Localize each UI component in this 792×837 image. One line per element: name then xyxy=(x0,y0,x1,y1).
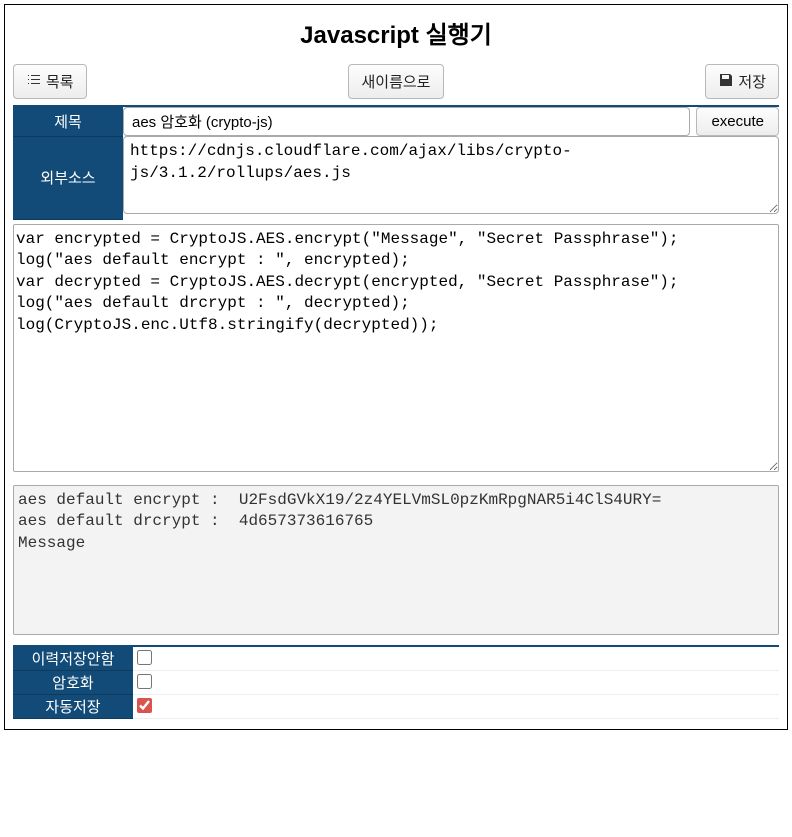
autosave-label: 자동저장 xyxy=(13,694,133,718)
save-button-label: 저장 xyxy=(738,71,766,92)
list-button[interactable]: 목록 xyxy=(13,64,87,99)
options-table: 이력저장안함 암호화 자동저장 xyxy=(13,645,779,719)
code-editor[interactable] xyxy=(13,224,779,472)
title-input[interactable] xyxy=(123,107,690,136)
title-field-label: 제목 xyxy=(13,107,123,136)
save-as-button-label: 새이름으로 xyxy=(361,71,430,92)
save-icon xyxy=(718,72,734,92)
no-history-label: 이력저장안함 xyxy=(13,646,133,671)
autosave-checkbox[interactable] xyxy=(137,698,152,713)
encrypt-checkbox[interactable] xyxy=(137,674,152,689)
list-button-label: 목록 xyxy=(46,71,74,92)
no-history-checkbox[interactable] xyxy=(137,650,152,665)
external-source-textarea[interactable] xyxy=(123,136,779,214)
app-window: Javascript 실행기 목록 새이름으로 저장 xyxy=(4,4,788,730)
execute-button[interactable]: execute xyxy=(696,107,779,136)
save-button[interactable]: 저장 xyxy=(705,64,779,99)
toolbar: 목록 새이름으로 저장 xyxy=(13,64,779,99)
save-as-button[interactable]: 새이름으로 xyxy=(348,64,443,99)
output-console: aes default encrypt : U2FsdGVkX19/2z4YEL… xyxy=(13,485,779,635)
extsrc-field-label: 외부소스 xyxy=(13,136,123,219)
form-table: 제목 execute 외부소스 xyxy=(13,107,779,220)
encrypt-label: 암호화 xyxy=(13,670,133,694)
page-title: Javascript 실행기 xyxy=(13,15,779,50)
list-icon xyxy=(26,72,42,92)
